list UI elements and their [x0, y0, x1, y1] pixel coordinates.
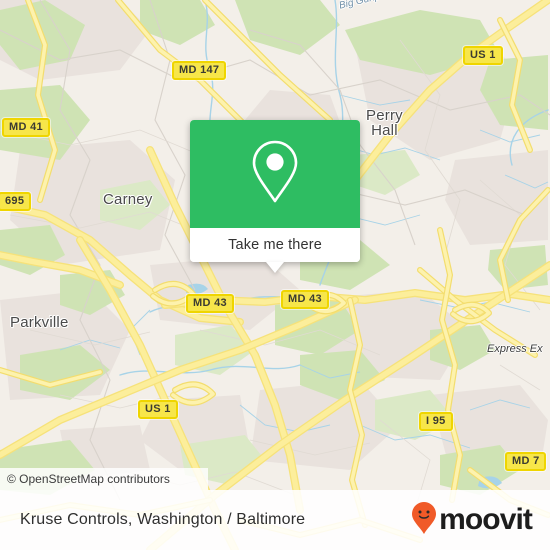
- place-title: Kruse Controls, Washington / Baltimore: [20, 511, 306, 528]
- route-shield-md-147: MD 147: [172, 61, 227, 80]
- moovit-logo[interactable]: moovit: [411, 501, 533, 540]
- route-shield-i-95: I 95: [419, 412, 453, 431]
- map-screen: .land { fill:#f3efe9; } .resid { fill:#e…: [0, 0, 550, 550]
- attribution-text: © OpenStreetMap contributors: [7, 472, 170, 486]
- route-shield-md-43-east: MD 43: [281, 290, 329, 309]
- moovit-wordmark: moovit: [439, 503, 533, 536]
- bottom-bar: Kruse Controls, Washington / Baltimore m…: [0, 490, 550, 550]
- location-popup-card[interactable]: Take me there: [190, 120, 360, 273]
- popup-pointer-tail: [266, 262, 284, 273]
- route-shield-695: 695: [0, 192, 32, 211]
- route-shield-md-41: MD 41: [2, 118, 50, 137]
- route-shield-us-1-north: US 1: [463, 46, 503, 65]
- popup-header: [190, 120, 360, 228]
- take-me-there-label: Take me there: [228, 237, 322, 253]
- take-me-there-button[interactable]: Take me there: [190, 228, 360, 262]
- moovit-pin-icon: [411, 501, 437, 540]
- route-shield-us-1-south: US 1: [138, 400, 178, 419]
- map-pin-icon: [249, 139, 301, 210]
- route-shield-md-7: MD 7: [505, 452, 547, 471]
- map-attribution[interactable]: © OpenStreetMap contributors: [0, 468, 208, 490]
- route-shield-md-43-west: MD 43: [186, 294, 234, 313]
